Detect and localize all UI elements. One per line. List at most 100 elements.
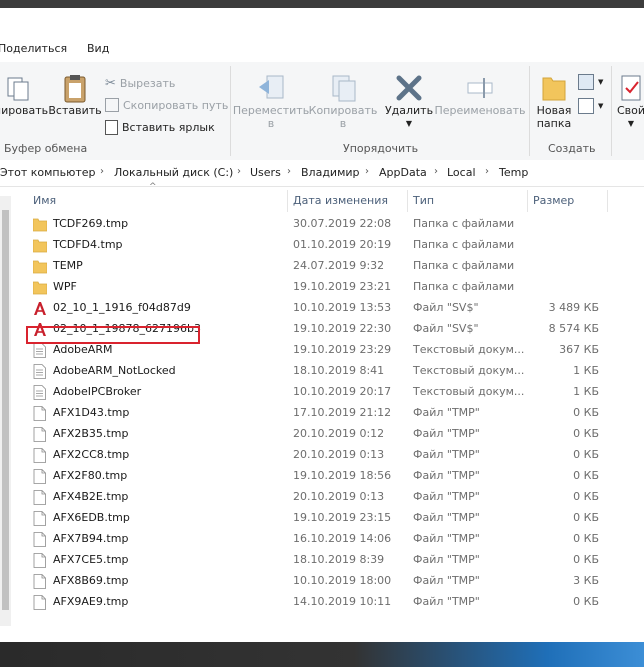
chevron-right-icon[interactable]: › xyxy=(100,166,104,177)
file-date: 14.10.2019 10:11 xyxy=(293,595,392,608)
column-headers: ^ Имя Дата изменения Тип Размер xyxy=(0,182,644,214)
paste-button[interactable]: Вставить xyxy=(48,74,102,117)
file-type: Файл "TMP" xyxy=(413,532,480,545)
dropdown-arrow-icon: ▼ xyxy=(598,102,604,110)
file-row[interactable]: TCDFD4.tmp 01.10.2019 20:19 Папка с файлам… xyxy=(0,235,644,256)
file-row[interactable]: AFX9AE9.tmp 14.10.2019 10:11 Файл "TMP" 0 К… xyxy=(0,592,644,613)
explorer-window: Поделиться Вид пировать Вставить ✂ Вырез… xyxy=(0,8,644,642)
file-row[interactable]: AFX7B94.tmp 16.10.2019 14:06 Файл "TMP" 0 К… xyxy=(0,529,644,550)
file-row[interactable]: AFX4B2E.tmp 20.10.2019 0:13 Файл "TMP" 0 КБ xyxy=(0,487,644,508)
file-size: 0 КБ xyxy=(573,490,599,503)
copy-path-button[interactable]: Скопировать путь xyxy=(105,98,228,112)
file-row[interactable]: AFX2F80.tmp 19.10.2019 18:56 Файл "TMP" 0 К… xyxy=(0,466,644,487)
file-name[interactable]: TCDFD4.tmp xyxy=(53,238,123,251)
paste-shortcut-button[interactable]: Вставить ярлык xyxy=(105,120,215,135)
file-row[interactable]: TCDF269.tmp 30.07.2019 22:08 Папка с файла… xyxy=(0,214,644,235)
file-size: 1 КБ xyxy=(573,385,599,398)
properties-dropdown-icon: ▼ xyxy=(627,119,635,128)
properties-button[interactable]: Свой ▼ xyxy=(614,72,644,130)
column-header-type[interactable]: Тип xyxy=(413,194,434,207)
file-row[interactable]: AFX7CE5.tmp 18.10.2019 8:39 Файл "TMP" 0 КБ xyxy=(0,550,644,571)
tab-share[interactable]: Поделиться xyxy=(0,42,67,55)
file-size: 0 КБ xyxy=(573,511,599,524)
file-name[interactable]: AdobeIPCBroker xyxy=(53,385,141,398)
file-type: Файл "TMP" xyxy=(413,490,480,503)
file-size: 367 КБ xyxy=(559,343,599,356)
file-row[interactable]: AFX2B35.tmp 20.10.2019 0:12 Файл "TMP" 0 КБ xyxy=(0,424,644,445)
file-row[interactable]: 02_10_1_1916_f04d87d9 10.10.2019 13:53 Фай… xyxy=(0,298,644,319)
file-name[interactable]: AFX1D43.tmp xyxy=(53,406,129,419)
file-name[interactable]: AFX2B35.tmp xyxy=(53,427,128,440)
breadcrumb-item[interactable]: AppData xyxy=(379,166,427,179)
file-size: 0 КБ xyxy=(573,553,599,566)
file-type: Файл "TMP" xyxy=(413,427,480,440)
rename-icon xyxy=(467,78,493,98)
breadcrumb-item[interactable]: Temp xyxy=(499,166,528,179)
file-size: 0 КБ xyxy=(573,532,599,545)
file-row[interactable]: AFX2CC8.tmp 20.10.2019 0:13 Файл "TMP" 0 КБ xyxy=(0,445,644,466)
file-date: 18.10.2019 8:39 xyxy=(293,553,385,566)
file-name[interactable]: 02_10_1_1916_f04d87d9 xyxy=(53,301,191,314)
delete-dropdown-icon: ▼ xyxy=(405,119,413,128)
column-header-name[interactable]: Имя xyxy=(33,194,56,207)
file-name[interactable]: AFX7CE5.tmp xyxy=(53,553,129,566)
breadcrumb-item[interactable]: Users xyxy=(250,166,281,179)
cut-button[interactable]: ✂ Вырезать xyxy=(105,76,175,91)
column-header-date[interactable]: Дата изменения xyxy=(293,194,388,207)
column-divider[interactable] xyxy=(407,190,408,212)
file-name[interactable]: AFX2F80.tmp xyxy=(53,469,127,482)
file-row[interactable]: AFX6EDB.tmp 19.10.2019 23:15 Файл "TMP" 0 К… xyxy=(0,508,644,529)
file-name[interactable]: AFX4B2E.tmp xyxy=(53,490,128,503)
file-size: 0 КБ xyxy=(573,469,599,482)
ribbon-tabs: Поделиться Вид xyxy=(0,8,644,62)
file-name[interactable]: AFX7B94.tmp xyxy=(53,532,128,545)
breadcrumb-item[interactable]: Владимир xyxy=(301,166,360,179)
file-size: 8 574 КБ xyxy=(548,322,599,335)
chevron-right-icon[interactable]: › xyxy=(365,166,369,177)
move-to-button[interactable]: Переместить в xyxy=(233,72,309,130)
address-bar[interactable]: Этот компьютер › Локальный диск (C:) › U… xyxy=(0,160,644,187)
file-name[interactable]: AFX2CC8.tmp xyxy=(53,448,129,461)
file-type: Папка с файлами xyxy=(413,217,515,230)
chevron-right-icon[interactable]: › xyxy=(237,166,241,177)
file-name[interactable]: TCDF269.tmp xyxy=(53,217,128,230)
delete-button[interactable]: Удалить ▼ xyxy=(384,72,434,130)
column-divider[interactable] xyxy=(287,190,288,212)
tab-view[interactable]: Вид xyxy=(87,42,109,55)
file-size: 0 КБ xyxy=(573,406,599,419)
column-divider[interactable] xyxy=(607,190,608,212)
file-name[interactable]: AdobeARM xyxy=(53,343,112,356)
file-type: Текстовый докум... xyxy=(413,364,525,377)
file-row[interactable]: AdobeARM_NotLocked 18.10.2019 8:41 Текстов… xyxy=(0,361,644,382)
desktop-background xyxy=(0,642,644,667)
file-name[interactable]: AFX9AE9.tmp xyxy=(53,595,128,608)
file-name[interactable]: AFX8B69.tmp xyxy=(53,574,128,587)
new-item-button[interactable]: ▼ xyxy=(578,74,603,90)
file-row[interactable]: AFX1D43.tmp 17.10.2019 21:12 Файл "TMP" 0 К… xyxy=(0,403,644,424)
file-name[interactable]: AFX6EDB.tmp xyxy=(53,511,130,524)
chevron-right-icon[interactable]: › xyxy=(434,166,438,177)
breadcrumb-item[interactable]: Этот компьютер xyxy=(0,166,96,179)
breadcrumb-item[interactable]: Локальный диск (C:) xyxy=(114,166,233,179)
column-divider[interactable] xyxy=(527,190,528,212)
file-row[interactable]: TEMP 24.07.2019 9:32 Папка с файлами xyxy=(0,256,644,277)
new-folder-button[interactable]: Новая папка xyxy=(534,72,574,130)
chevron-right-icon[interactable]: › xyxy=(485,166,489,177)
move-to-icon xyxy=(259,75,284,99)
breadcrumb-item[interactable]: Local xyxy=(447,166,476,179)
rename-button[interactable]: Переименовать xyxy=(434,72,526,117)
file-name[interactable]: TEMP xyxy=(53,259,83,272)
chevron-right-icon[interactable]: › xyxy=(287,166,291,177)
file-row[interactable]: WPF 19.10.2019 23:21 Папка с файлами xyxy=(0,277,644,298)
highlight-box xyxy=(26,326,200,344)
easy-access-button[interactable]: ▼ xyxy=(578,98,603,114)
file-date: 19.10.2019 23:15 xyxy=(293,511,392,524)
file-name[interactable]: WPF xyxy=(53,280,77,293)
file-row[interactable]: AFX8B69.tmp 10.10.2019 18:00 Файл "TMP" 3 К… xyxy=(0,571,644,592)
copy-button[interactable]: пировать xyxy=(0,74,48,117)
column-header-size[interactable]: Размер xyxy=(533,194,574,207)
copy-to-button[interactable]: Копировать в xyxy=(308,72,378,130)
file-name[interactable]: AdobeARM_NotLocked xyxy=(53,364,176,377)
file-row[interactable]: AdobeIPCBroker 10.10.2019 20:17 Текстовый … xyxy=(0,382,644,403)
file-date: 30.07.2019 22:08 xyxy=(293,217,392,230)
